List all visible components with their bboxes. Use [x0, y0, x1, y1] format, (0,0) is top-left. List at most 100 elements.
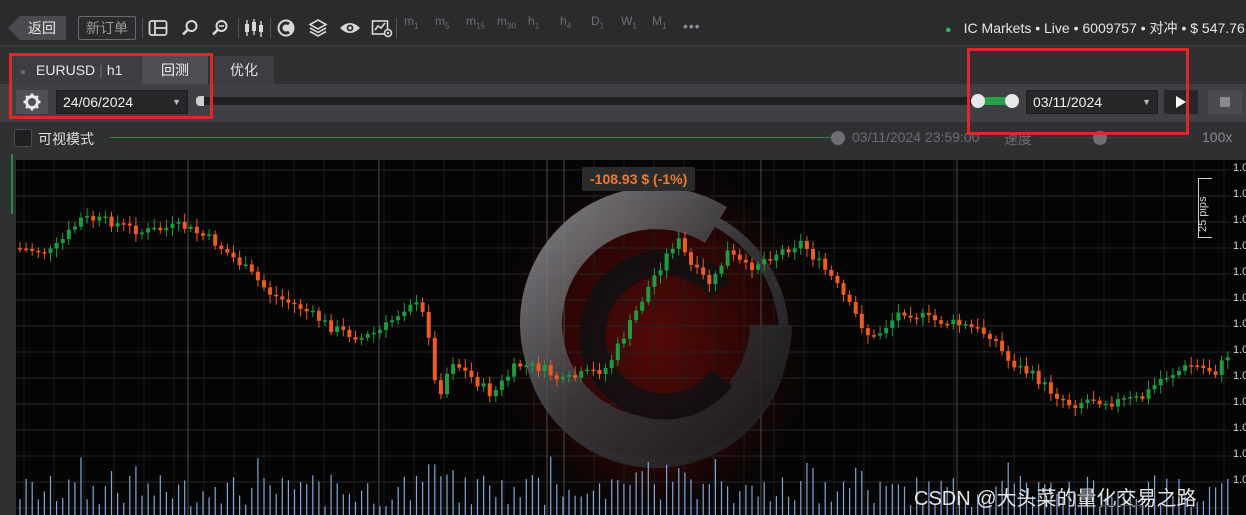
candle-body: [560, 376, 565, 380]
candle-body: [1225, 357, 1230, 361]
candle-body: [792, 248, 797, 253]
timeframe-m15[interactable]: m15: [466, 14, 485, 30]
date-range-slider[interactable]: [196, 97, 1012, 105]
candle-body: [426, 311, 431, 338]
timeframe-w1[interactable]: W1: [621, 14, 637, 30]
candle-body: [1036, 370, 1041, 385]
candle-body: [1219, 360, 1224, 375]
candle-body: [1012, 360, 1017, 368]
y-axis-label: 1.0: [1233, 474, 1246, 486]
candle-body: [280, 296, 285, 300]
chart-canvas[interactable]: [16, 160, 1246, 515]
candle-body: [365, 334, 370, 338]
toolbar-divider: [270, 18, 271, 38]
candle-body: [85, 216, 90, 218]
candle-body: [152, 227, 157, 230]
layers-icon[interactable]: [306, 16, 330, 40]
candle-body: [817, 258, 822, 261]
candle-body: [853, 301, 858, 314]
stop-button[interactable]: [1208, 90, 1242, 114]
candle-body: [506, 376, 510, 381]
cbot-icon[interactable]: [274, 16, 298, 40]
speed-value: 100x: [1202, 129, 1233, 145]
candle-body: [408, 304, 413, 312]
back-button[interactable]: 返回: [8, 16, 66, 40]
candle-body: [975, 327, 980, 329]
candle-body: [987, 333, 992, 340]
timeframe-h1[interactable]: h1: [528, 14, 539, 30]
timeframe-mn1[interactable]: M1: [652, 14, 666, 30]
candle-body: [756, 264, 761, 270]
candle-body: [731, 250, 736, 255]
candle-body: [323, 320, 327, 322]
candle-body: [274, 294, 279, 297]
pips-label: 25 pips: [1197, 196, 1209, 232]
candle-body: [762, 259, 767, 265]
candle-body: [48, 248, 53, 253]
candle-body: [707, 274, 712, 285]
progress-knob[interactable]: [831, 131, 845, 145]
candle-body: [994, 339, 998, 341]
candle-body: [170, 223, 175, 228]
visual-mode-checkbox[interactable]: [14, 129, 32, 147]
candle-body: [536, 363, 541, 372]
candle-body: [1189, 365, 1194, 367]
eye-icon[interactable]: [338, 16, 362, 40]
y-axis-label: 1.0: [1233, 188, 1246, 200]
settings-chart-icon[interactable]: [370, 16, 394, 40]
price-chart[interactable]: [16, 160, 1246, 515]
candle-body: [310, 310, 315, 313]
y-axis-label: 1.0: [1233, 214, 1246, 226]
timeframe-d1[interactable]: D1: [591, 14, 604, 30]
y-axis-label: 1.0: [1233, 370, 1246, 382]
candle-body: [298, 304, 303, 309]
candle-body: [926, 312, 931, 316]
chart-scroll-handle[interactable]: [1100, 505, 1144, 515]
timeframe-m5[interactable]: m5: [435, 14, 449, 30]
candle-body: [420, 302, 425, 312]
candle-body: [292, 302, 297, 305]
candle-body: [231, 252, 236, 258]
y-axis-label: 1.0: [1233, 448, 1246, 460]
layout-icon[interactable]: [146, 16, 170, 40]
candle-body: [530, 363, 535, 366]
zoom-in-icon[interactable]: [178, 16, 202, 40]
candle-body: [1134, 396, 1139, 398]
timeframe-m1[interactable]: m1: [404, 14, 418, 30]
candle-body: [603, 368, 608, 375]
candle-body: [347, 329, 352, 338]
candle-body: [79, 217, 83, 227]
y-axis-label: 1.0: [1233, 396, 1246, 408]
candle-body: [951, 319, 956, 325]
candlestick-icon[interactable]: [242, 16, 266, 40]
candle-body: [1073, 405, 1078, 409]
candle-body: [865, 328, 870, 336]
candle-body: [493, 390, 498, 397]
visual-mode-label: 可视模式: [38, 131, 94, 147]
candle-body: [512, 363, 517, 377]
timeframe-m30[interactable]: m30: [497, 14, 516, 30]
candle-body: [353, 337, 358, 340]
candle-body: [487, 383, 492, 397]
zoom-out-icon[interactable]: [208, 16, 232, 40]
candle-body: [847, 294, 852, 302]
candle-body: [1213, 371, 1218, 375]
candle-body: [219, 245, 224, 249]
candle-body: [933, 315, 937, 321]
speed-slider[interactable]: [1040, 137, 1190, 138]
highlight-box-left: [9, 53, 213, 119]
candle-body: [823, 258, 828, 270]
candle-body: [402, 311, 407, 317]
more-timeframes-button[interactable]: •••: [683, 18, 701, 34]
candle-body: [457, 364, 462, 368]
tab-optimize[interactable]: 优化: [214, 56, 274, 84]
account-info[interactable]: ● IC Markets • Live • 6009757 • 对冲 • $ 54…: [945, 18, 1245, 38]
candle-body: [914, 317, 919, 320]
backtest-window: 返回 新订单 m1 m5 m15 m30 h1 h4 D1 W1 M1 ••• …: [0, 0, 1246, 515]
candle-body: [237, 257, 242, 266]
candle-body: [640, 301, 645, 311]
connection-status-icon: ●: [945, 24, 952, 36]
candle-body: [60, 239, 65, 243]
timeframe-h4[interactable]: h4: [560, 14, 571, 30]
new-order-button[interactable]: 新订单: [78, 16, 136, 40]
